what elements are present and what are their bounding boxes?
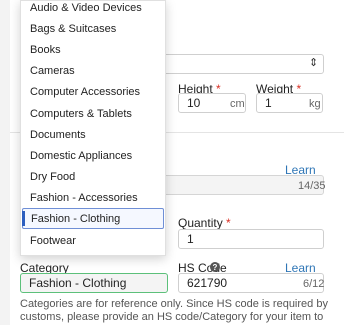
dropdown-option[interactable]: Computers & Tablets (22, 103, 164, 124)
category-note: Categories are for reference only. Since… (20, 298, 328, 325)
description-counter: 14/35 (298, 180, 326, 192)
dropdown-option[interactable]: Cameras (22, 60, 164, 81)
dropdown-option[interactable]: Documents (22, 124, 164, 145)
weight-unit: kg (309, 98, 321, 110)
top-select[interactable] (160, 54, 324, 74)
category-input[interactable]: Fashion - Clothing (20, 273, 168, 293)
dropdown-option[interactable]: Fashion - Accessories (22, 187, 164, 208)
height-unit: cm (230, 98, 245, 110)
quantity-label: Quantity * (178, 216, 231, 230)
dropdown-option-selected[interactable]: Fashion - Clothing (22, 208, 164, 229)
dropdown-option[interactable]: Books (22, 39, 164, 60)
category-dropdown[interactable]: Audio & Video Devices Bags & Suitcases B… (20, 0, 166, 256)
help-icon[interactable]: ? (210, 262, 220, 272)
chevron-updown-icon: ⇕ (309, 57, 319, 69)
dropdown-option[interactable]: Dry Food (22, 166, 164, 187)
quantity-input[interactable]: 1 (178, 229, 324, 249)
dropdown-option[interactable]: Audio & Video Devices (22, 1, 164, 18)
selection-indicator (22, 211, 25, 226)
dropdown-option[interactable]: Footwear (22, 230, 164, 251)
hs-code-counter: 6/12 (303, 278, 325, 290)
dropdown-option[interactable]: Domestic Appliances (22, 145, 164, 166)
dropdown-option[interactable]: Computer Accessories (22, 81, 164, 102)
dropdown-option[interactable]: Bags & Suitcases (22, 18, 164, 39)
